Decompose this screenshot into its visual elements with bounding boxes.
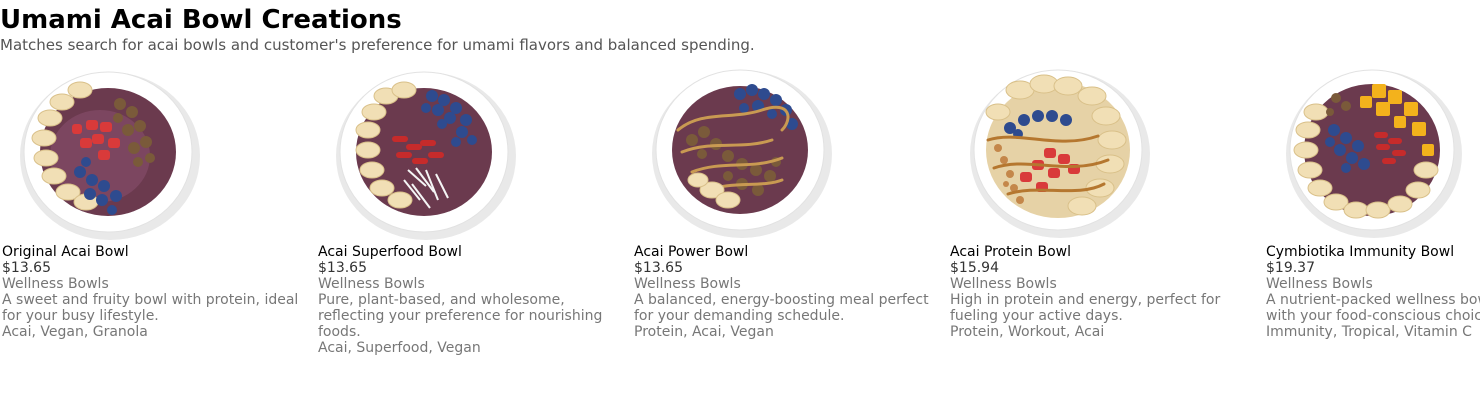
product-grid: Original Acai Bowl $13.65 Wellness Bowls… (0, 60, 1480, 400)
product-price: $15.94 (950, 260, 999, 276)
product-price: $19.37 (1266, 260, 1315, 276)
product-image[interactable] (948, 60, 1168, 242)
product-image[interactable] (1264, 60, 1480, 242)
page-subtitle: Matches search for acai bowls and custom… (0, 36, 755, 54)
product-image[interactable] (316, 60, 536, 242)
product-info: Acai Power Bowl $13.65 Wellness Bowls A … (634, 244, 934, 340)
product-info: Acai Superfood Bowl $13.65 Wellness Bowl… (318, 244, 618, 356)
product-card-acai-superfood-bowl[interactable]: Acai Superfood Bowl $13.65 Wellness Bowl… (316, 60, 616, 356)
product-name[interactable]: Cymbiotika Immunity Bowl (1266, 244, 1480, 260)
product-category: Wellness Bowls (950, 276, 1057, 292)
product-category: Wellness Bowls (634, 276, 741, 292)
acai-bowl-image (20, 71, 200, 240)
product-tags: Acai, Vegan, Granola (2, 324, 148, 340)
product-category: Wellness Bowls (318, 276, 425, 292)
product-category: Wellness Bowls (1266, 276, 1373, 292)
product-image[interactable] (0, 60, 220, 242)
product-card-acai-protein-bowl[interactable]: Acai Protein Bowl $15.94 Wellness Bowls … (948, 60, 1248, 340)
product-card-acai-power-bowl[interactable]: Acai Power Bowl $13.65 Wellness Bowls A … (632, 60, 932, 340)
page-header: Umami Acai Bowl Creations Matches search… (0, 4, 755, 54)
product-description: High in protein and energy, perfect for … (950, 292, 1221, 324)
product-name[interactable]: Acai Protein Bowl (950, 244, 1250, 260)
product-tags: Acai, Superfood, Vegan (318, 340, 481, 356)
product-price: $13.65 (634, 260, 683, 276)
acai-bowl-image (1286, 69, 1462, 238)
product-image[interactable] (632, 60, 852, 242)
acai-bowl-image (652, 69, 832, 238)
page-title: Umami Acai Bowl Creations (0, 5, 402, 35)
acai-bowl-image (336, 71, 516, 240)
product-tags: Protein, Workout, Acai (950, 324, 1105, 340)
product-price: $13.65 (318, 260, 367, 276)
product-info: Cymbiotika Immunity Bowl $19.37 Wellness… (1266, 244, 1480, 340)
product-name[interactable]: Original Acai Bowl (2, 244, 302, 260)
acai-bowl-image (970, 69, 1150, 238)
product-name[interactable]: Acai Power Bowl (634, 244, 934, 260)
product-description: A sweet and fruity bowl with protein, id… (2, 292, 299, 324)
product-category: Wellness Bowls (2, 276, 109, 292)
product-description: A nutrient-packed wellness bowl aligning… (1266, 292, 1480, 324)
product-card-cymbiotika-immunity-bowl[interactable]: Cymbiotika Immunity Bowl $19.37 Wellness… (1264, 60, 1480, 340)
product-info: Original Acai Bowl $13.65 Wellness Bowls… (2, 244, 302, 340)
product-info: Acai Protein Bowl $15.94 Wellness Bowls … (950, 244, 1250, 340)
product-description: A balanced, energy-boosting meal perfect… (634, 292, 929, 324)
product-card-original-acai-bowl[interactable]: Original Acai Bowl $13.65 Wellness Bowls… (0, 60, 300, 340)
product-name[interactable]: Acai Superfood Bowl (318, 244, 618, 260)
product-description: Pure, plant-based, and wholesome, reflec… (318, 292, 603, 340)
product-tags: Protein, Acai, Vegan (634, 324, 774, 340)
product-price: $13.65 (2, 260, 51, 276)
product-tags: Immunity, Tropical, Vitamin C (1266, 324, 1472, 340)
